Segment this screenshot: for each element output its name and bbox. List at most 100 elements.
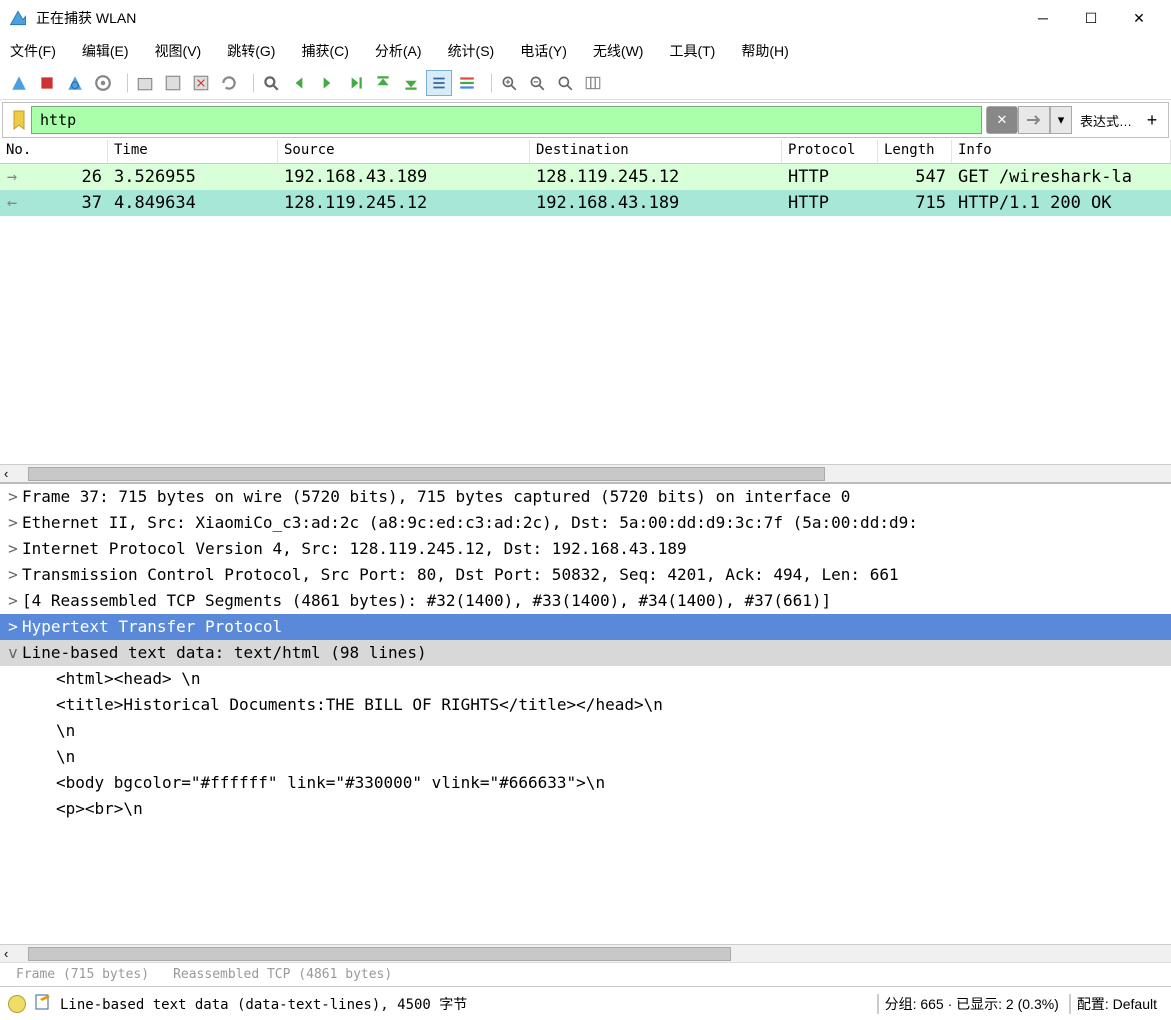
byte-view-tabs: Frame (715 bytes) Reassembled TCP (4861 … [0,962,1171,986]
packet-list-header: No. Time Source Destination Protocol Len… [0,140,1171,164]
apply-filter-button[interactable] [1018,106,1050,134]
cell-info: GET /wireshark-la [952,167,1171,187]
go-back-icon[interactable] [286,70,312,96]
go-first-icon[interactable] [370,70,396,96]
clear-filter-button[interactable]: ✕ [986,106,1018,134]
stop-capture-icon[interactable] [34,70,60,96]
expand-icon[interactable]: > [4,536,22,562]
detail-content-line[interactable]: \n [0,718,1171,744]
menu-file[interactable]: 文件(F) [10,41,56,61]
menu-statistics[interactable]: 统计(S) [448,41,495,61]
col-header-time[interactable]: Time [108,140,278,163]
menu-go[interactable]: 跳转(G) [227,41,275,61]
go-to-packet-icon[interactable] [342,70,368,96]
detail-content-line[interactable]: <title>Historical Documents:THE BILL OF … [0,692,1171,718]
outgoing-arrow-icon: → [0,167,24,187]
bookmark-icon[interactable] [7,106,31,134]
app-icon [8,8,28,28]
packet-detail-pane: >Frame 37: 715 bytes on wire (5720 bits)… [0,482,1171,944]
status-profile[interactable]: 配置: Default [1069,994,1163,1014]
cell-time: 4.849634 [108,193,278,213]
detail-tree-item[interactable]: >Ethernet II, Src: XiaomiCo_c3:ad:2c (a8… [0,510,1171,536]
menu-analyze[interactable]: 分析(A) [375,41,422,61]
detail-text: Ethernet II, Src: XiaomiCo_c3:ad:2c (a8:… [22,510,918,536]
start-capture-icon[interactable] [6,70,32,96]
detail-tree-item[interactable]: >Frame 37: 715 bytes on wire (5720 bits)… [0,484,1171,510]
options-icon[interactable] [90,70,116,96]
menu-capture[interactable]: 捕获(C) [301,41,348,61]
toolbar [0,66,1171,100]
detail-tree-item[interactable]: >[4 Reassembled TCP Segments (4861 bytes… [0,588,1171,614]
go-last-icon[interactable] [398,70,424,96]
close-button[interactable]: ✕ [1115,2,1163,34]
cell-info: HTTP/1.1 200 OK [952,193,1171,213]
expert-info-icon[interactable] [8,995,26,1013]
menu-help[interactable]: 帮助(H) [741,41,788,61]
col-header-dest[interactable]: Destination [530,140,782,163]
col-header-length[interactable]: Length [878,140,952,163]
add-filter-button[interactable]: + [1140,108,1164,132]
resize-columns-icon[interactable] [580,70,606,96]
colorize-icon[interactable] [454,70,480,96]
detail-tree-item[interactable]: vLine-based text data: text/html (98 lin… [0,640,1171,666]
edit-capture-comment-icon[interactable] [34,993,52,1014]
expand-icon[interactable]: > [4,588,22,614]
cell-length: 547 [878,167,952,187]
filter-dropdown[interactable]: ▾ [1050,106,1072,134]
minimize-button[interactable]: ─ [1019,2,1067,34]
zoom-out-icon[interactable] [524,70,550,96]
menu-telephony[interactable]: 电话(Y) [520,41,567,61]
expand-icon[interactable]: > [4,614,22,640]
expression-button[interactable]: 表达式… [1072,111,1140,130]
auto-scroll-icon[interactable] [426,70,452,96]
collapse-icon[interactable]: v [4,640,22,666]
cell-dest: 128.119.245.12 [530,167,782,187]
packet-row[interactable]: ← 37 4.849634 128.119.245.12 192.168.43.… [0,190,1171,216]
open-icon[interactable] [132,70,158,96]
maximize-button[interactable]: ☐ [1067,2,1115,34]
detail-content-line[interactable]: <html><head> \n [0,666,1171,692]
packet-list-scrollbar[interactable]: ‹ [0,464,1171,482]
display-filter-input[interactable] [31,106,982,134]
detail-content-line[interactable]: <body bgcolor="#ffffff" link="#330000" v… [0,770,1171,796]
save-icon[interactable] [160,70,186,96]
cell-no: 37 [24,193,108,213]
window-title: 正在捕获 WLAN [36,8,1019,28]
detail-pane-scrollbar[interactable]: ‹ [0,944,1171,962]
detail-content-line[interactable]: \n [0,744,1171,770]
col-header-proto[interactable]: Protocol [782,140,878,163]
status-main-text: Line-based text data (data-text-lines), … [60,994,869,1014]
expand-icon[interactable]: > [4,510,22,536]
menu-tools[interactable]: 工具(T) [669,41,715,61]
menu-view[interactable]: 视图(V) [155,41,202,61]
detail-content-line[interactable]: <p><br>\n [0,796,1171,822]
tab-reassembled[interactable]: Reassembled TCP (4861 bytes) [173,967,392,982]
detail-text: Hypertext Transfer Protocol [22,614,282,640]
title-bar: 正在捕获 WLAN ─ ☐ ✕ [0,0,1171,36]
menu-wireless[interactable]: 无线(W) [593,41,644,61]
col-header-source[interactable]: Source [278,140,530,163]
find-icon[interactable] [258,70,284,96]
col-header-info[interactable]: Info [952,140,1171,163]
restart-capture-icon[interactable] [62,70,88,96]
menu-edit[interactable]: 编辑(E) [82,41,129,61]
expand-icon[interactable]: > [4,562,22,588]
separator [246,73,254,93]
col-header-no[interactable]: No. [0,140,108,163]
reload-icon[interactable] [216,70,242,96]
packet-row[interactable]: → 26 3.526955 192.168.43.189 128.119.245… [0,164,1171,190]
zoom-in-icon[interactable] [496,70,522,96]
cell-source: 128.119.245.12 [278,193,530,213]
tab-frame[interactable]: Frame (715 bytes) [16,967,149,982]
detail-tree-item[interactable]: >Transmission Control Protocol, Src Port… [0,562,1171,588]
zoom-reset-icon[interactable] [552,70,578,96]
close-file-icon[interactable] [188,70,214,96]
go-forward-icon[interactable] [314,70,340,96]
detail-tree-item-selected[interactable]: >Hypertext Transfer Protocol [0,614,1171,640]
cell-dest: 192.168.43.189 [530,193,782,213]
cell-proto: HTTP [782,193,878,213]
expand-icon[interactable]: > [4,484,22,510]
window-controls: ─ ☐ ✕ [1019,2,1163,34]
incoming-arrow-icon: ← [0,193,24,213]
detail-tree-item[interactable]: >Internet Protocol Version 4, Src: 128.1… [0,536,1171,562]
